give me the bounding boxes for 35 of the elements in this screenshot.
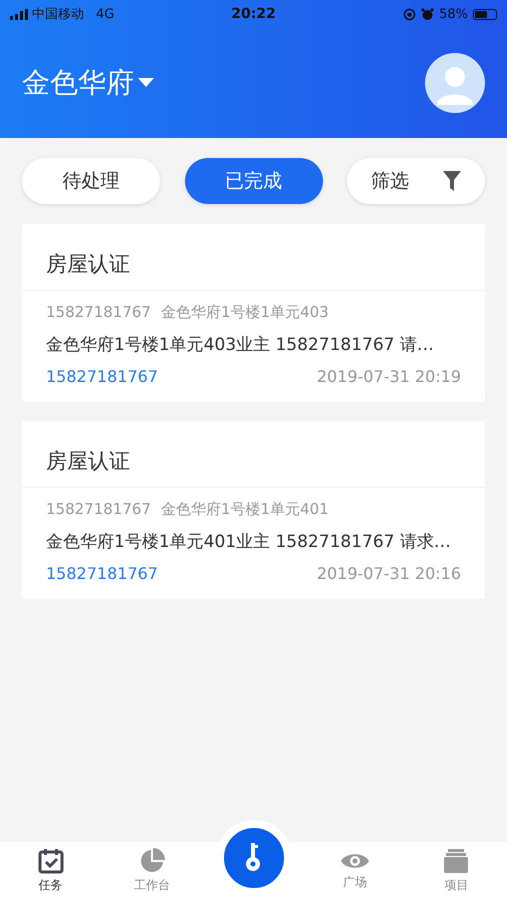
task-card[interactable]: 房屋认证 15827181767 金色华府1号楼1单元403 金色华府1号楼1单元403业主 15827181767 请… 15827181767 2019-07-31 20:19 xyxy=(22,224,485,402)
status-tab[interactable]: 待处理 xyxy=(22,158,160,204)
contact-link[interactable]: 15827181767 xyxy=(46,367,158,386)
caret-icon[interactable] xyxy=(138,78,154,88)
contact-link[interactable]: 15827181767 xyxy=(46,564,158,583)
nav-tab[interactable]: 项目 xyxy=(406,848,507,894)
calendar-check-icon xyxy=(38,848,64,874)
task-description: 金色华府1号楼1单元403业主 15827181767 请… xyxy=(46,334,435,356)
timestamp: 2019-07-31 20:16 xyxy=(316,564,461,583)
nav-tab[interactable]: 广场 xyxy=(304,851,406,891)
carrier-name: 中国移动 xyxy=(32,6,84,23)
alarm-icon xyxy=(421,8,434,20)
stack-icon xyxy=(443,848,470,874)
signal-icon xyxy=(10,8,28,20)
card-title: 房屋认证 xyxy=(22,224,485,291)
rotation-lock-icon xyxy=(403,8,416,20)
task-description: 金色华府1号楼1单元401业主 15827181767 请求… xyxy=(46,531,452,553)
project-title[interactable]: 金色华府 xyxy=(22,64,134,102)
address: 金色华府1号楼1单元401 xyxy=(160,500,329,519)
address: 金色华府1号楼1单元403 xyxy=(160,303,329,322)
status-tab[interactable]: 已完成 xyxy=(184,158,322,204)
filter-icon xyxy=(443,171,461,191)
filter-button[interactable]: 筛选 xyxy=(347,158,485,204)
clock-time: 20:22 xyxy=(231,6,276,22)
battery-icon xyxy=(473,8,498,20)
card-title: 房屋认证 xyxy=(22,421,485,488)
network-type: 4G xyxy=(96,6,114,22)
nav-tab[interactable]: 工作台 xyxy=(101,848,203,894)
timestamp: 2019-07-31 20:19 xyxy=(316,367,461,386)
phone-number: 15827181767 xyxy=(46,500,151,519)
nav-tab[interactable]: 任务 xyxy=(0,848,102,894)
pie-chart-icon xyxy=(139,848,166,874)
task-card[interactable]: 房屋认证 15827181767 金色华府1号楼1单元401 金色华府1号楼1单元401业主 15827181767 请求… 15827181767 2019-07-31 20:16 xyxy=(22,421,485,599)
phone-number: 15827181767 xyxy=(46,303,151,322)
battery-percent: 58% xyxy=(439,6,468,22)
